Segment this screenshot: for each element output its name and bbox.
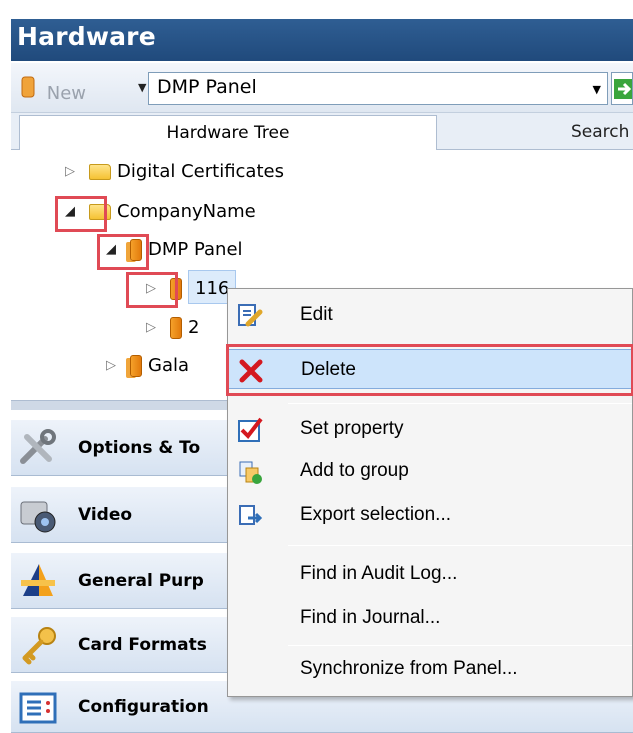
arrow-right-icon bbox=[614, 79, 632, 99]
tab-strip: Hardware Tree Search bbox=[11, 113, 633, 151]
menu-item-label: Add to group bbox=[300, 460, 409, 481]
tab-search[interactable]: Search bbox=[571, 115, 633, 149]
tree-node-gala[interactable]: ▷ Gala bbox=[106, 348, 189, 384]
menu-item-label: Find in Audit Log... bbox=[300, 563, 458, 584]
new-button[interactable]: New bbox=[19, 75, 86, 104]
export-icon bbox=[239, 505, 263, 525]
toolbar: New ▼ DMP Panel ▼ bbox=[11, 63, 633, 113]
add-to-group-icon bbox=[239, 461, 262, 484]
camera-icon bbox=[20, 501, 56, 533]
tree-node-label: Gala bbox=[148, 355, 190, 376]
expand-icon[interactable]: ▷ bbox=[65, 154, 79, 190]
nav-label: Video bbox=[78, 505, 133, 525]
panel-group-icon bbox=[130, 355, 142, 377]
tools-icon bbox=[20, 429, 56, 464]
tree-node-label: Digital Certificates bbox=[117, 161, 284, 182]
go-button[interactable] bbox=[611, 72, 633, 105]
tree-node-2[interactable]: ▷ 2 bbox=[146, 310, 199, 346]
menu-item-synchronize[interactable]: Synchronize from Panel... bbox=[228, 649, 633, 689]
folder-icon bbox=[89, 164, 111, 180]
general-purpose-icon bbox=[21, 564, 55, 596]
expand-icon[interactable]: ▷ bbox=[146, 310, 160, 346]
nav-label: Options & To bbox=[78, 438, 201, 458]
hardware-type-select[interactable]: DMP Panel ▼ bbox=[148, 72, 608, 105]
menu-item-label: Synchronize from Panel... bbox=[300, 658, 518, 679]
tree-node-label: CompanyName bbox=[117, 201, 256, 222]
highlight-box bbox=[226, 344, 633, 396]
new-button-label: New bbox=[46, 83, 86, 104]
key-icon bbox=[22, 627, 56, 665]
menu-item-export-selection[interactable]: Export selection... bbox=[228, 495, 633, 535]
checkbox-checked-icon bbox=[238, 417, 263, 442]
configuration-icon bbox=[19, 692, 57, 724]
menu-item-set-property[interactable]: Set property bbox=[228, 409, 633, 449]
tab-hardware-tree[interactable]: Hardware Tree bbox=[19, 115, 437, 151]
panel-title: Hardware bbox=[17, 22, 156, 51]
expand-icon[interactable]: ▷ bbox=[106, 348, 120, 384]
menu-separator bbox=[288, 645, 632, 646]
tree-node-label: 2 bbox=[188, 317, 200, 338]
menu-item-label: Find in Journal... bbox=[300, 607, 441, 628]
menu-item-edit[interactable]: Edit bbox=[228, 295, 633, 335]
menu-item-add-to-group[interactable]: Add to group bbox=[228, 451, 633, 491]
nav-label: Card Formats bbox=[78, 635, 207, 655]
panel-new-icon bbox=[19, 75, 41, 104]
edit-icon bbox=[238, 304, 263, 327]
hardware-type-value: DMP Panel bbox=[157, 76, 257, 98]
menu-item-find-journal[interactable]: Find in Journal... bbox=[228, 598, 633, 638]
highlight-box bbox=[126, 272, 178, 308]
tree-node-label: DMP Panel bbox=[148, 239, 243, 260]
menu-item-label: Edit bbox=[300, 304, 333, 325]
chevron-down-icon: ▼ bbox=[592, 83, 601, 96]
highlight-box bbox=[55, 196, 107, 232]
nav-label: General Purp bbox=[78, 571, 204, 591]
menu-item-label: Set property bbox=[300, 418, 404, 439]
highlight-box bbox=[97, 234, 149, 270]
panel-icon bbox=[170, 317, 182, 339]
menu-item-find-audit-log[interactable]: Find in Audit Log... bbox=[228, 554, 633, 594]
tree-node-digital-certificates[interactable]: ▷ Digital Certificates bbox=[65, 154, 284, 190]
menu-separator bbox=[288, 545, 632, 546]
nav-label: Configuration bbox=[78, 697, 209, 717]
new-dropdown-icon[interactable]: ▼ bbox=[138, 81, 146, 94]
context-menu: Edit Delete Set property Add to group Ex… bbox=[226, 288, 633, 697]
menu-item-label: Export selection... bbox=[300, 504, 452, 525]
menu-separator bbox=[288, 403, 632, 404]
panel-header: Hardware bbox=[11, 19, 633, 61]
